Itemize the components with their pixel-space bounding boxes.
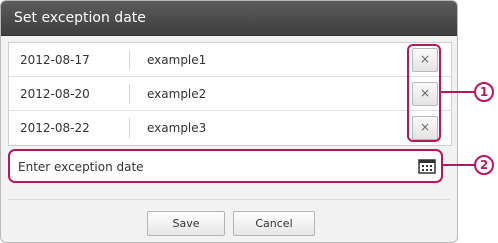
callout-marker-one: 1 bbox=[474, 82, 494, 102]
exception-name: example1 bbox=[147, 53, 207, 67]
exception-name: example3 bbox=[147, 121, 207, 135]
cancel-button[interactable]: Cancel bbox=[233, 211, 315, 236]
dialog-divider bbox=[8, 189, 450, 200]
exception-date-input[interactable] bbox=[16, 155, 400, 179]
exception-date-dialog: Set exception date 2012-08-17 example1 ×… bbox=[0, 0, 458, 243]
list-item: 2012-08-22 example3 × bbox=[9, 111, 451, 145]
exception-date: 2012-08-20 bbox=[20, 87, 90, 101]
callout-marker-two: 2 bbox=[474, 155, 494, 175]
list-item: 2012-08-17 example1 × bbox=[9, 43, 451, 77]
calendar-icon[interactable] bbox=[418, 158, 436, 174]
callout-leader-line bbox=[440, 91, 476, 93]
dialog-title: Set exception date bbox=[1, 1, 457, 36]
exception-date: 2012-08-17 bbox=[20, 53, 90, 67]
column-divider bbox=[129, 118, 130, 138]
list-item: 2012-08-20 example2 × bbox=[9, 77, 451, 111]
exception-date: 2012-08-22 bbox=[20, 121, 90, 135]
callout-box-delete-buttons bbox=[407, 44, 441, 142]
exception-date-input-row bbox=[8, 149, 443, 183]
column-divider bbox=[129, 50, 130, 70]
save-button[interactable]: Save bbox=[147, 211, 225, 236]
exception-name: example2 bbox=[147, 87, 207, 101]
exception-list: 2012-08-17 example1 × 2012-08-20 example… bbox=[8, 42, 452, 146]
callout-leader-line bbox=[442, 164, 476, 166]
column-divider bbox=[129, 84, 130, 104]
